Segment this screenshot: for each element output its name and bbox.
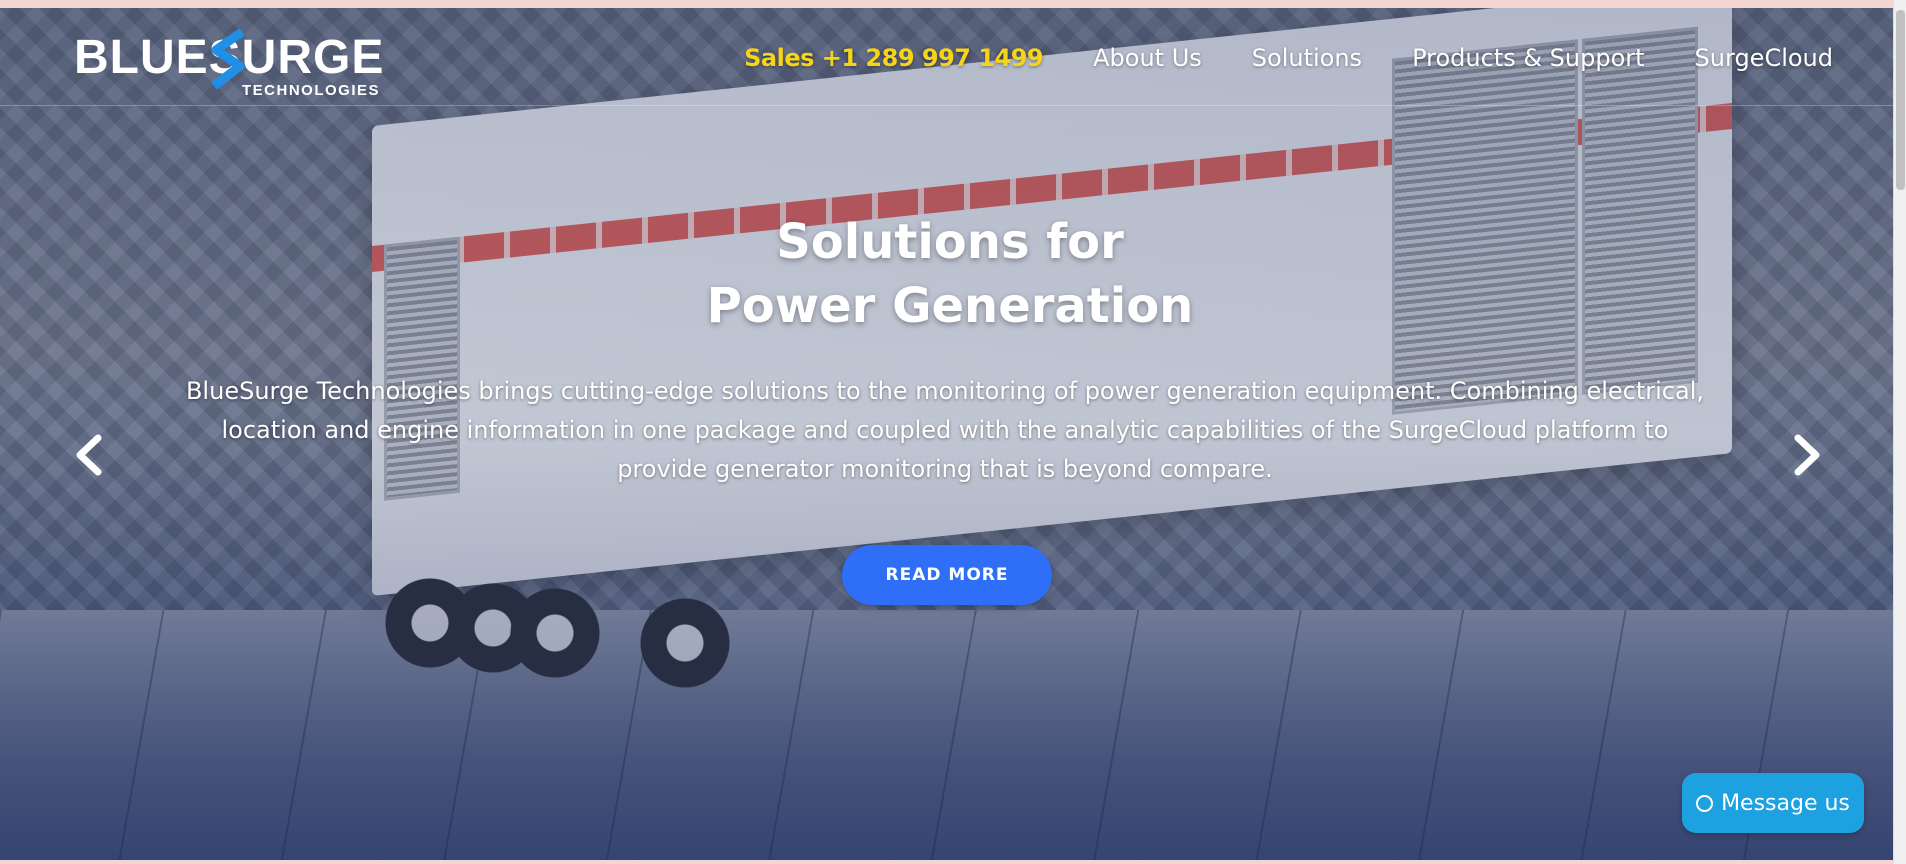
page-scrollbar[interactable] bbox=[1893, 0, 1906, 864]
sales-phone-link[interactable]: Sales +1 289 997 1499 bbox=[744, 44, 1044, 72]
hero-title-line-1: Solutions for bbox=[776, 214, 1124, 270]
logo-subtitle: TECHNOLOGIES bbox=[242, 82, 381, 99]
bluesurge-logo[interactable]: BLUESURGE TECHNOLOGIES bbox=[74, 26, 384, 99]
site-header: BLUESURGE TECHNOLOGIES Sales +1 289 997 … bbox=[0, 8, 1893, 106]
logo-s-icon bbox=[211, 28, 245, 90]
chevron-right-icon[interactable] bbox=[1780, 430, 1830, 480]
message-us-button[interactable]: Message us bbox=[1682, 773, 1864, 833]
scrollbar-thumb[interactable] bbox=[1896, 10, 1905, 190]
nav-solutions[interactable]: Solutions bbox=[1252, 44, 1362, 72]
read-more-button[interactable]: READ MORE bbox=[842, 545, 1052, 605]
nav-products-support[interactable]: Products & Support bbox=[1412, 44, 1644, 72]
nav-surgecloud[interactable]: SurgeCloud bbox=[1695, 44, 1833, 72]
message-us-label: Message us bbox=[1721, 790, 1850, 816]
hero-title: Solutions for Power Generation bbox=[600, 210, 1300, 338]
hero-description: BlueSurge Technologies brings cutting-ed… bbox=[185, 377, 1705, 483]
chevron-left-icon[interactable] bbox=[66, 430, 116, 480]
main-nav: Sales +1 289 997 1499 About Us Solutions… bbox=[744, 38, 1833, 78]
nav-about-us[interactable]: About Us bbox=[1093, 44, 1202, 72]
chat-bubble-icon bbox=[1696, 794, 1714, 812]
hero-title-line-2: Power Generation bbox=[706, 278, 1194, 334]
